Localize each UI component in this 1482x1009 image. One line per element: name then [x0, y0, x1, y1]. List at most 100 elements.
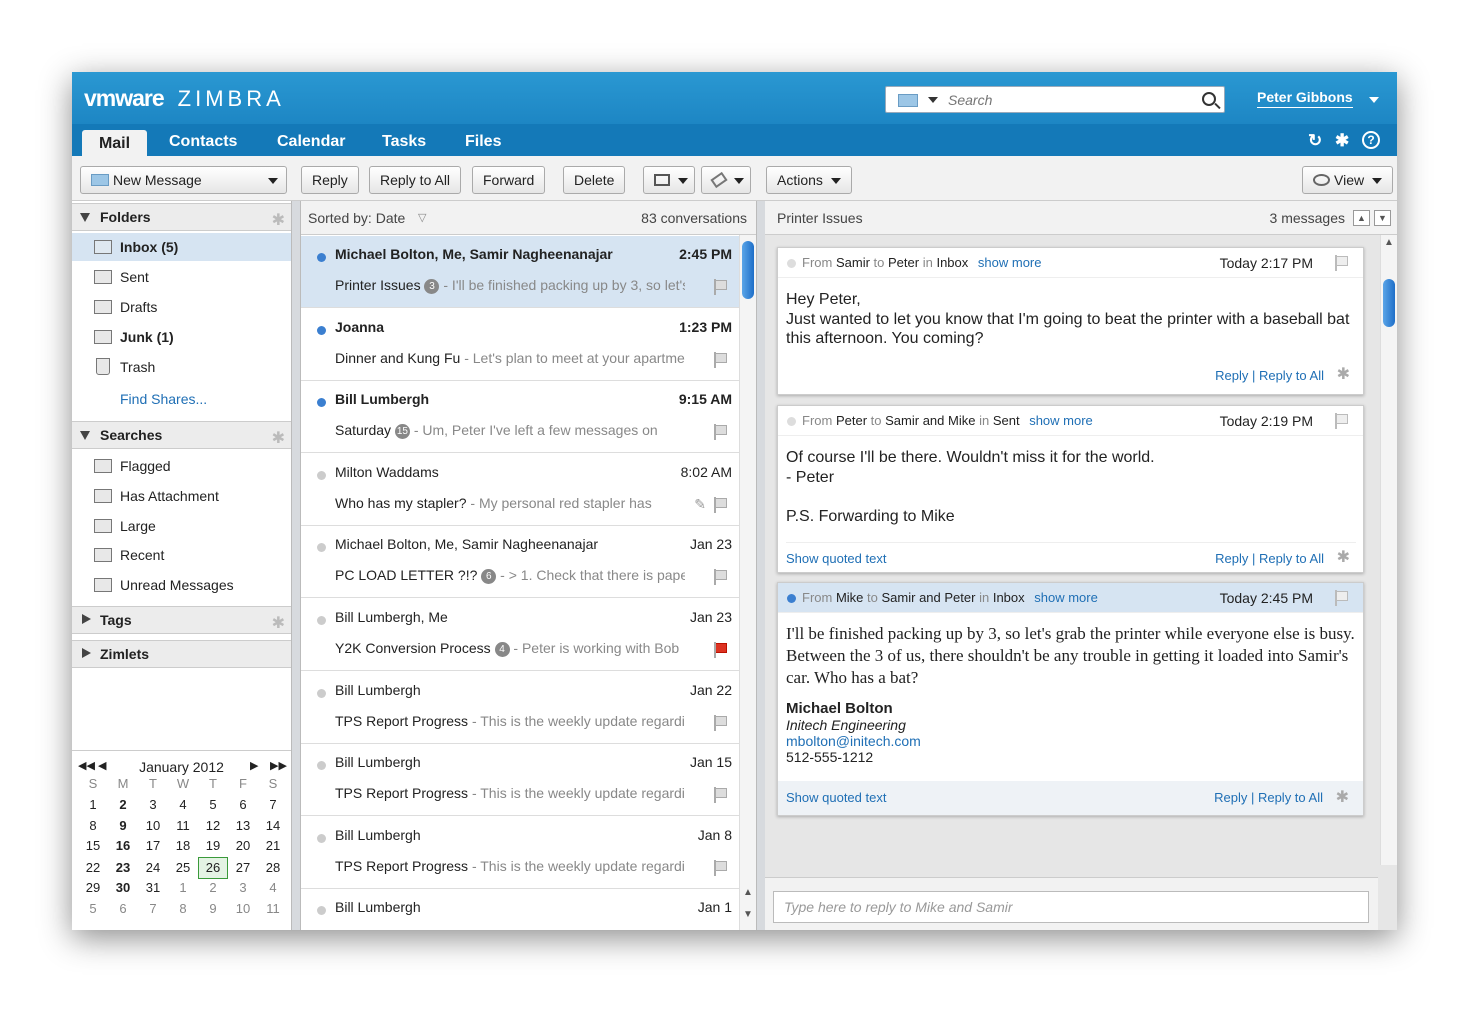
tag-button[interactable] — [701, 166, 751, 194]
search-has-attachment[interactable]: Has Attachment — [72, 482, 291, 510]
calendar-day[interactable]: 11 — [168, 816, 198, 836]
search-box[interactable] — [885, 86, 1225, 113]
flag-icon[interactable] — [714, 351, 728, 368]
folder-trash[interactable]: Trash — [72, 353, 291, 381]
calendar-day[interactable]: 5 — [78, 899, 108, 919]
gear-icon[interactable]: ✱ — [1335, 131, 1349, 151]
searches-gear-icon[interactable]: ✱ — [272, 426, 285, 452]
chevron-down-icon[interactable] — [734, 178, 744, 185]
searches-header[interactable]: Searches ✱ — [72, 421, 291, 449]
flag-icon[interactable] — [714, 714, 728, 731]
show-quoted-text-link[interactable]: Show quoted text — [786, 781, 886, 815]
message-list-item[interactable]: Bill Lumbergh Jan 8 TPS Report Progress - … — [301, 816, 740, 889]
search-large[interactable]: Large — [72, 512, 291, 540]
reply-all-button[interactable]: Reply to All — [369, 166, 462, 194]
flag-icon[interactable] — [1335, 255, 1349, 271]
scroll-up-icon[interactable]: ▲ — [1384, 237, 1394, 248]
reply-link[interactable]: Reply — [1215, 551, 1248, 566]
message-list-item[interactable]: Michael Bolton, Me, Samir Nagheenanajar J… — [301, 526, 740, 599]
search-recent[interactable]: Recent — [72, 541, 291, 569]
flag-icon[interactable] — [714, 569, 728, 586]
find-shares-link[interactable]: Find Shares... — [120, 391, 207, 407]
reply-all-link[interactable]: Reply to All — [1259, 368, 1324, 383]
tab-contacts[interactable]: Contacts — [159, 130, 247, 156]
message-list-item[interactable]: Michael Bolton, Me, Samir Nagheenanajar 2… — [301, 236, 740, 308]
calendar-day[interactable]: 25 — [168, 858, 198, 878]
calendar-day[interactable]: 8 — [78, 816, 108, 836]
sender-name[interactable]: Mike — [836, 590, 863, 605]
reply-button[interactable]: Reply — [301, 166, 359, 194]
flag-icon[interactable] — [714, 642, 728, 658]
folder-junk[interactable]: Junk (1) — [72, 323, 291, 351]
show-more-link[interactable]: show more — [1034, 590, 1098, 605]
calendar-day[interactable]: 17 — [138, 836, 168, 856]
reply-all-link[interactable]: Reply to All — [1259, 551, 1324, 566]
chevron-down-icon[interactable] — [678, 178, 688, 185]
reading-pane-scrollbar[interactable]: ▲ — [1380, 235, 1397, 865]
calendar-day[interactable]: 7 — [258, 795, 288, 815]
message-actions-gear-icon[interactable]: ✱ — [1337, 548, 1350, 568]
message-card-header[interactable]: From Peter to Samir and Mike in Sent sho… — [778, 406, 1363, 436]
calendar-day[interactable]: 1 — [168, 878, 198, 898]
message-list-scrollbar[interactable]: ▲ ▼ — [739, 235, 756, 930]
calendar-day[interactable]: 3 — [138, 795, 168, 815]
calendar-day[interactable]: 21 — [258, 836, 288, 856]
calendar-day[interactable]: 20 — [228, 836, 258, 856]
calendar-day[interactable]: 29 — [78, 878, 108, 898]
next-conversation-icon[interactable]: ▼ — [1374, 210, 1391, 226]
unread-dot-icon[interactable] — [317, 325, 326, 335]
sort-by-control[interactable]: Sorted by: Date — [308, 201, 405, 235]
chevron-down-icon[interactable] — [830, 178, 841, 185]
calendar-day[interactable]: 13 — [228, 816, 258, 836]
search-type-dropdown-icon[interactable] — [928, 97, 938, 103]
show-quoted-text-link[interactable]: Show quoted text — [786, 549, 886, 569]
quick-reply-input[interactable]: Type here to reply to Mike and Samir — [773, 891, 1369, 923]
reply-link[interactable]: Reply — [1214, 790, 1247, 805]
sender-name[interactable]: Samir — [836, 255, 870, 270]
calendar-day[interactable]: 5 — [198, 795, 228, 815]
calendar-day[interactable]: 26 — [198, 857, 228, 880]
folders-header[interactable]: Folders ✱ — [72, 203, 291, 231]
calendar-day[interactable]: 12 — [198, 816, 228, 836]
chevron-down-icon[interactable] — [268, 178, 278, 184]
read-dot-icon[interactable] — [317, 470, 326, 480]
user-menu[interactable]: Peter Gibbons — [1257, 89, 1353, 108]
calendar-day[interactable]: 11 — [258, 899, 288, 919]
collapse-triangle-icon[interactable] — [80, 213, 90, 222]
message-list-item[interactable]: Bill Lumbergh, Me Jan 23 Y2K Conversion Pr… — [301, 599, 740, 671]
scrollbar-thumb[interactable] — [1383, 279, 1395, 327]
delete-button[interactable]: Delete — [563, 166, 626, 194]
flag-icon[interactable] — [714, 424, 728, 441]
calendar-day[interactable]: 3 — [228, 878, 258, 898]
message-card-3[interactable]: From Mike to Samir and Peter in Inbox sh… — [777, 582, 1364, 816]
flag-icon[interactable] — [714, 859, 728, 876]
read-dot-icon[interactable] — [317, 616, 326, 625]
reply-link[interactable]: Reply — [1215, 368, 1248, 383]
print-button[interactable] — [643, 166, 695, 194]
tags-gear-icon[interactable]: ✱ — [272, 611, 285, 637]
calendar-day[interactable]: 19 — [198, 836, 228, 856]
signature-email-link[interactable]: mbolton@initech.com — [786, 733, 1356, 749]
flag-icon[interactable] — [1335, 590, 1349, 606]
calendar-day[interactable]: 18 — [168, 836, 198, 856]
unread-dot-icon[interactable] — [317, 253, 326, 262]
search-unread[interactable]: Unread Messages — [72, 571, 291, 599]
folder-sent[interactable]: Sent — [72, 263, 291, 291]
unread-dot-icon[interactable] — [317, 398, 326, 408]
tab-files[interactable]: Files — [455, 130, 511, 156]
message-list-item[interactable]: Bill Lumbergh Jan 15 TPS Report Progress -… — [301, 744, 740, 817]
reply-all-link[interactable]: Reply to All — [1258, 790, 1323, 805]
tags-header[interactable]: Tags ✱ — [72, 606, 291, 634]
calendar-day[interactable]: 16 — [108, 836, 138, 856]
calendar-day[interactable]: 4 — [168, 795, 198, 815]
expand-triangle-icon[interactable] — [82, 614, 91, 624]
flag-icon[interactable] — [714, 496, 728, 513]
read-dot-icon[interactable] — [317, 688, 326, 698]
calendar-day[interactable]: 8 — [168, 899, 198, 919]
search-input[interactable] — [948, 90, 1188, 110]
sender-name[interactable]: Peter — [836, 413, 867, 428]
folder-drafts[interactable]: Drafts — [72, 293, 291, 321]
calendar-day[interactable]: 10 — [138, 816, 168, 836]
recipient-name[interactable]: Peter — [888, 255, 919, 270]
calendar-day[interactable]: 14 — [258, 816, 288, 836]
